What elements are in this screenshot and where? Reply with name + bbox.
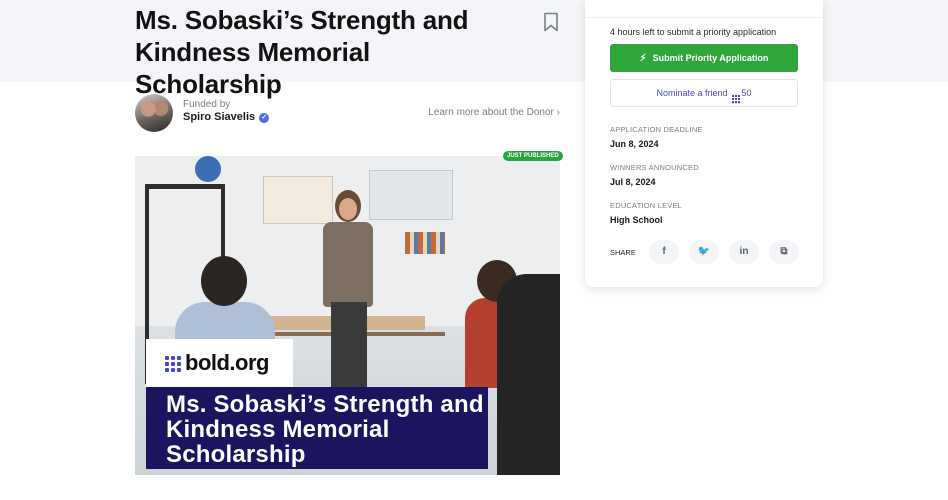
bold-grid-icon xyxy=(731,95,740,103)
donor-row: Funded by Spiro Siavelis ✓ Learn more abo… xyxy=(135,94,560,132)
bookmark-icon[interactable] xyxy=(543,12,559,32)
share-label: SHARE xyxy=(610,248,636,257)
world-map-poster xyxy=(369,170,453,220)
nominate-label: Nominate a friend xyxy=(656,88,728,98)
twitter-icon[interactable]: 🐦 xyxy=(689,240,719,264)
deadline-label: APPLICATION DEADLINE xyxy=(610,125,703,134)
teacher-figure xyxy=(317,190,379,392)
hero-caption-box: Ms. Sobaski’s Strength and Kindness Memo… xyxy=(146,387,488,469)
hero-caption: Ms. Sobaski’s Strength and Kindness Memo… xyxy=(166,391,484,468)
logo-text: bold.org xyxy=(185,350,269,375)
submit-label: Submit Priority Application xyxy=(652,53,769,63)
donor-name[interactable]: Spiro Siavelis xyxy=(183,111,255,123)
nominate-friend-button[interactable]: Nominate a friend 50 xyxy=(610,79,798,107)
copy-link-icon[interactable]: ⧉ xyxy=(769,240,799,264)
bold-org-logo: bold.org xyxy=(146,339,293,389)
student-figure xyxy=(497,274,560,475)
donor-name-row[interactable]: Spiro Siavelis ✓ xyxy=(183,111,270,123)
just-published-badge: JUST PUBLISHED xyxy=(503,151,563,161)
education-level-label: EDUCATION LEVEL xyxy=(610,201,683,210)
chevron-right-icon: › xyxy=(556,107,560,118)
linkedin-icon[interactable]: in xyxy=(729,240,759,264)
nominate-count: 50 xyxy=(741,88,752,98)
deadline-value: Jun 8, 2024 xyxy=(610,139,659,149)
time-left-note: 4 hours left to submit a priority applic… xyxy=(610,27,777,37)
globe xyxy=(195,156,221,182)
funded-by-label: Funded by xyxy=(183,99,231,110)
learn-more-donor-link[interactable]: Learn more about the Donor › xyxy=(428,107,560,118)
facebook-icon[interactable]: f xyxy=(649,240,679,264)
winners-announced-value: Jul 8, 2024 xyxy=(610,177,656,187)
page-title: Ms. Sobaski’s Strength and Kindness Memo… xyxy=(135,5,469,99)
hero-image: bold.org Ms. Sobaski’s Strength and Kind… xyxy=(135,156,560,475)
application-card: 4 hours left to submit a priority applic… xyxy=(585,0,823,287)
donor-avatar[interactable] xyxy=(135,94,173,132)
lightning-icon: ⚡︎ xyxy=(639,53,647,64)
education-level-value: High School xyxy=(610,215,663,225)
divider xyxy=(585,17,823,18)
verified-check-icon: ✓ xyxy=(259,113,270,123)
submit-priority-application-button[interactable]: ⚡︎ Submit Priority Application xyxy=(610,44,798,72)
bold-grid-icon xyxy=(165,356,181,372)
winners-announced-label: WINNERS ANNOUNCED xyxy=(610,163,699,172)
learn-more-label[interactable]: Learn more about the Donor xyxy=(428,107,554,118)
scholarship-page: Ms. Sobaski’s Strength and Kindness Memo… xyxy=(0,0,948,500)
books xyxy=(405,232,445,254)
